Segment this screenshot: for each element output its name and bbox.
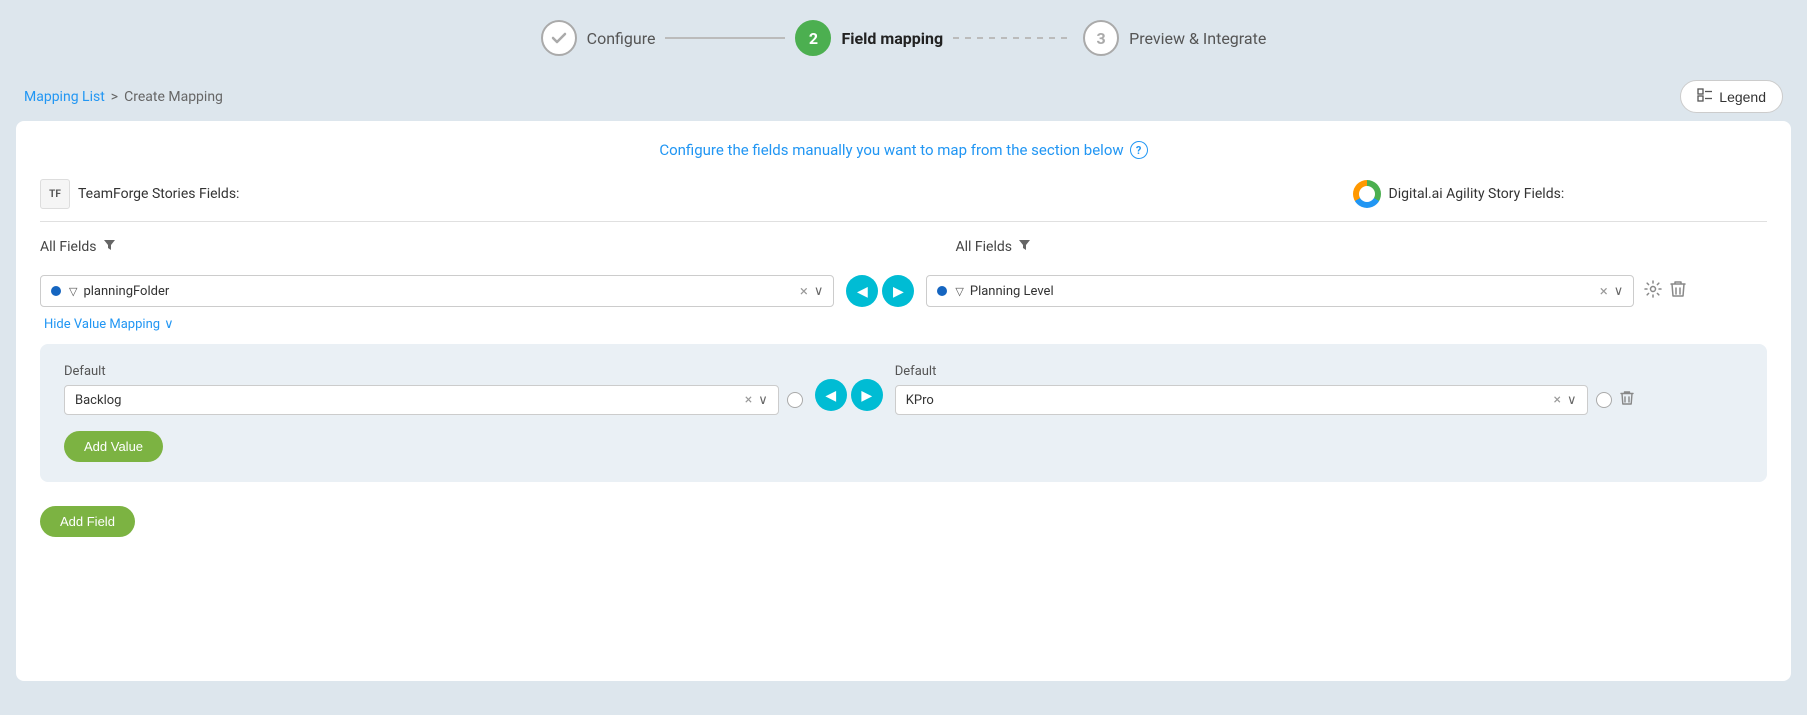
hide-value-mapping-toggle[interactable]: Hide Value Mapping ∨ (44, 317, 1767, 332)
source-header-label: TeamForge Stories Fields: (78, 186, 239, 202)
settings-icon[interactable] (1644, 280, 1662, 302)
delete-field-icon[interactable] (1670, 280, 1686, 302)
step-label-preview: Preview & Integrate (1129, 29, 1266, 48)
breadcrumb: Mapping List > Create Mapping (24, 89, 223, 105)
step-circle-field-mapping: 2 (795, 20, 831, 56)
right-value-dropdown[interactable]: KPro × ∨ (895, 385, 1588, 415)
target-dot-indicator (937, 286, 947, 296)
right-value-clear[interactable]: × (1554, 392, 1561, 408)
target-header-label: Digital.ai Agility Story Fields: (1389, 186, 1565, 202)
main-card: Configure the fields manually you want t… (16, 121, 1791, 681)
legend-button[interactable]: Legend (1680, 80, 1783, 113)
left-value-dropdown[interactable]: Backlog × ∨ (64, 385, 779, 415)
dai-logo (1353, 180, 1381, 208)
source-all-fields-label: All Fields (40, 238, 852, 255)
value-back-arrow-icon: ◀ (825, 387, 836, 404)
tf-logo: TF (40, 179, 70, 209)
right-value-chevron: ∨ (1567, 393, 1577, 408)
source-field-value: planningFolder (83, 284, 793, 299)
instruction-text: Configure the fields manually you want t… (40, 141, 1767, 159)
step-preview[interactable]: 3 Preview & Integrate (1083, 20, 1266, 56)
field-nav-forward-button[interactable]: ▶ (882, 275, 914, 307)
field-nav-arrows: ◀ ▶ (846, 275, 914, 307)
target-chevron-icon: ∨ (1614, 284, 1624, 299)
step-circle-preview: 3 (1083, 20, 1119, 56)
target-clear-button[interactable]: × (1600, 282, 1608, 300)
left-default-radio[interactable] (787, 392, 803, 408)
step-field-mapping[interactable]: 2 Field mapping (795, 20, 943, 56)
breadcrumb-bar: Mapping List > Create Mapping Legend (0, 72, 1807, 121)
source-funnel-icon: ▽ (69, 285, 77, 298)
target-funnel-icon: ▽ (955, 285, 963, 298)
source-chevron-icon: ∨ (814, 284, 824, 299)
step-configure[interactable]: Configure (541, 20, 656, 56)
source-field-dropdown[interactable]: ▽ planningFolder × ∨ (40, 275, 834, 307)
left-default-label: Default (64, 364, 803, 379)
target-field-value: Planning Level (970, 284, 1594, 299)
breadcrumb-link-mapping-list[interactable]: Mapping List (24, 89, 105, 105)
left-value-chevron: ∨ (758, 393, 768, 408)
target-field-dropdown[interactable]: ▽ Planning Level × ∨ (926, 275, 1634, 307)
stepper: Configure 2 Field mapping 3 Preview & In… (0, 0, 1807, 72)
info-icon: ? (1130, 141, 1148, 159)
target-all-fields-label: All Fields (956, 238, 1768, 255)
chevron-down-icon: ∨ (164, 317, 174, 332)
legend-label: Legend (1719, 89, 1766, 105)
field-mapping-row: ▽ planningFolder × ∨ ◀ ▶ ▽ Planning Leve… (40, 275, 1767, 307)
value-nav-arrows: ◀ ▶ (815, 379, 883, 415)
right-default-label: Default (895, 364, 1634, 379)
right-default-radio[interactable] (1596, 392, 1612, 408)
left-value-clear[interactable]: × (745, 392, 752, 408)
left-value-text: Backlog (75, 393, 739, 408)
back-arrow-icon: ◀ (857, 283, 868, 300)
target-filter-icon (1018, 238, 1031, 255)
value-mapping-panel: Default Backlog × ∨ ◀ ▶ (40, 344, 1767, 482)
source-filter-icon (103, 238, 116, 255)
source-clear-button[interactable]: × (800, 282, 808, 300)
value-nav-forward-button[interactable]: ▶ (851, 379, 883, 411)
step-label-field-mapping: Field mapping (841, 29, 943, 48)
forward-arrow-icon: ▶ (893, 283, 904, 300)
value-forward-arrow-icon: ▶ (861, 387, 872, 404)
action-icons (1644, 280, 1686, 302)
breadcrumb-current: Create Mapping (124, 89, 223, 105)
field-nav-back-button[interactable]: ◀ (846, 275, 878, 307)
legend-icon (1697, 87, 1713, 106)
add-value-button[interactable]: Add Value (64, 431, 163, 462)
hide-mapping-label: Hide Value Mapping (44, 317, 160, 332)
step-line-1 (665, 37, 785, 39)
right-value-text: KPro (906, 393, 1548, 408)
step-label-configure: Configure (587, 29, 656, 48)
breadcrumb-separator: > (111, 89, 118, 105)
delete-value-button[interactable] (1620, 390, 1634, 410)
source-dot-indicator (51, 286, 61, 296)
step-line-2 (953, 37, 1073, 39)
value-nav-back-button[interactable]: ◀ (815, 379, 847, 411)
add-field-button[interactable]: Add Field (40, 506, 135, 537)
step-circle-configure (541, 20, 577, 56)
field-headers: TF TeamForge Stories Fields: Digital.ai … (40, 179, 1767, 222)
